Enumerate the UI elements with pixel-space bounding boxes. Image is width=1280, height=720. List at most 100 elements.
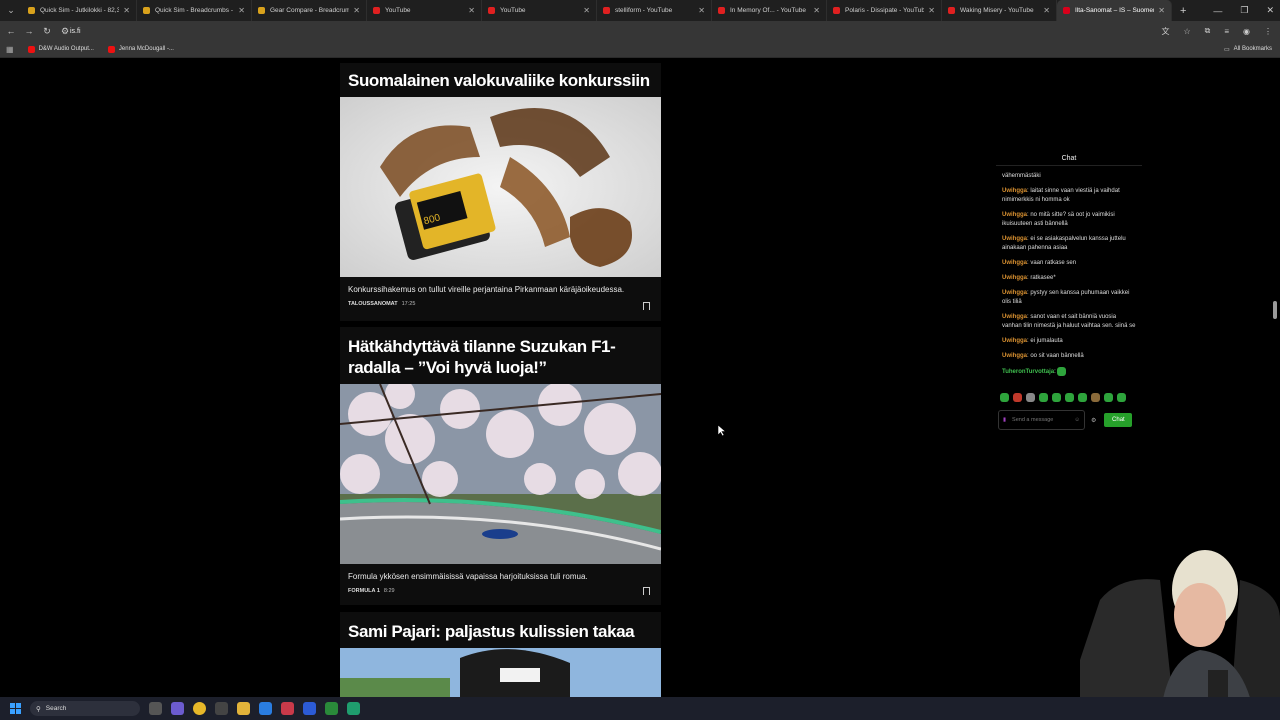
teams-icon[interactable]: [171, 702, 184, 715]
emote-icon[interactable]: [1091, 393, 1100, 403]
tab-9[interactable]: Ilta-Sanomat – IS – Suomen s ✕: [1057, 0, 1172, 21]
back-icon[interactable]: ←: [2, 26, 20, 36]
taskbar-search[interactable]: ⚲ Search: [30, 701, 140, 716]
chat-username[interactable]: Uwihgga: [1002, 353, 1027, 359]
article-card[interactable]: Hätkähdyttävä tilanne Suzukan F1-radalla…: [340, 327, 661, 605]
article-headline[interactable]: Sami Pajari: paljastus kulissien takaa: [340, 612, 661, 642]
tab-search-icon[interactable]: ⌄: [0, 0, 22, 21]
article-image-film-roll[interactable]: 800: [340, 97, 661, 277]
app-icon[interactable]: [303, 702, 316, 715]
article-image-suzuka-track[interactable]: [340, 384, 661, 564]
bookmark-1[interactable]: Jenna McDougall -...: [107, 45, 174, 53]
close-icon[interactable]: ✕: [238, 6, 245, 15]
extensions-icon[interactable]: ⧉: [1205, 26, 1211, 36]
store-icon[interactable]: [215, 702, 228, 715]
tab-6[interactable]: In Memory Of... - YouTube ✕: [712, 0, 827, 21]
profile-icon[interactable]: ◉: [1243, 27, 1250, 36]
maximize-icon[interactable]: ❐: [1240, 5, 1248, 16]
bookmark-icon[interactable]: [643, 302, 650, 310]
translate-icon[interactable]: 文: [1161, 26, 1169, 37]
chat-username[interactable]: Uwihgga: [1002, 290, 1027, 296]
emote-icon[interactable]: [1052, 393, 1061, 403]
tab-3[interactable]: YouTube ✕: [367, 0, 482, 21]
article-headline[interactable]: Suomalainen valokuvaliike konkurssiin: [340, 63, 661, 91]
chat-username[interactable]: TuheronTurvottaja: [1002, 369, 1054, 375]
edge-icon[interactable]: [259, 702, 272, 715]
window-controls: — ❐ ✕: [1213, 0, 1274, 21]
minimize-icon[interactable]: —: [1213, 6, 1222, 16]
forward-icon[interactable]: →: [20, 26, 38, 36]
chat-message-input[interactable]: ▮ Send a message ☺: [998, 410, 1085, 431]
tab-2[interactable]: Gear Compare - Breadcrumbs ✕: [252, 0, 367, 21]
youtube-icon: [27, 45, 35, 53]
tab-4[interactable]: YouTube ✕: [482, 0, 597, 21]
chrome-icon[interactable]: [193, 702, 206, 715]
close-icon[interactable]: ✕: [123, 6, 130, 15]
chat-send-button[interactable]: Chat: [1104, 413, 1133, 428]
stream-chat: Chat vähemmästäki Uwihgga: laitat sinne …: [996, 152, 1142, 444]
article-headline[interactable]: Hätkähdyttävä tilanne Suzukan F1-radalla…: [340, 327, 661, 378]
app-icon[interactable]: [281, 702, 294, 715]
mic-icon[interactable]: ▮: [1003, 417, 1006, 423]
close-window-icon[interactable]: ✕: [1266, 5, 1274, 16]
chat-username[interactable]: Uwihgga: [1002, 188, 1027, 194]
emote-icon[interactable]: [1000, 393, 1009, 403]
emote-icon[interactable]: [1104, 393, 1113, 403]
bookmarks-bar: ▦ D&W Audio Output... Jenna McDougall -.…: [0, 41, 1280, 58]
reload-icon[interactable]: ↻: [38, 26, 56, 37]
tab-0[interactable]: Quick Sim - Jutkilokki - 82,30 ✕: [22, 0, 137, 21]
emote-icon[interactable]: [1039, 393, 1048, 403]
bookmark-icon[interactable]: [643, 587, 650, 595]
tab-7[interactable]: Polaris - Dissipate - YouTube ✕: [827, 0, 942, 21]
close-icon[interactable]: ✕: [583, 6, 590, 15]
close-icon[interactable]: ✕: [928, 6, 935, 15]
close-icon[interactable]: ✕: [468, 6, 475, 15]
emote-icon[interactable]: [1013, 393, 1022, 403]
close-icon[interactable]: ✕: [813, 6, 820, 15]
star-icon[interactable]: ☆: [1183, 27, 1190, 36]
app-icon[interactable]: [347, 702, 360, 715]
scroll-thumb[interactable]: [1273, 301, 1277, 319]
emoji-icon[interactable]: ☺: [1074, 417, 1080, 423]
close-icon[interactable]: ✕: [698, 6, 705, 15]
chat-username[interactable]: Uwihgga: [1002, 260, 1027, 266]
emote-icon[interactable]: [1078, 393, 1087, 403]
chat-username[interactable]: Uwihgga: [1002, 314, 1027, 320]
close-icon[interactable]: ✕: [1158, 6, 1165, 15]
article-category[interactable]: FORMULA 1: [348, 588, 380, 594]
browser-toolbar: ← → ↻ ⚙ is.fi 文 ☆ ⧉ ≡ ◉ ⋮: [0, 21, 1280, 41]
windows-start-icon[interactable]: [4, 697, 26, 720]
tab-8[interactable]: Waking Misery - YouTube ✕: [942, 0, 1057, 21]
chat-username[interactable]: Uwihgga: [1002, 275, 1027, 281]
chat-username[interactable]: Uwihgga: [1002, 338, 1027, 344]
article-card[interactable]: Suomalainen valokuvaliike konkurssiin 80…: [340, 63, 661, 321]
tab-title: Quick Sim - Jutkilokki - 82,30: [40, 7, 120, 14]
article-category[interactable]: TALOUSSANOMAT: [348, 301, 398, 307]
article-image-pajari[interactable]: [340, 648, 661, 697]
tab-1[interactable]: Quick Sim - Breadcrumbs - 5 ✕: [137, 0, 252, 21]
new-tab-button[interactable]: +: [1172, 5, 1194, 17]
file-explorer-icon[interactable]: [237, 702, 250, 715]
emote-icon[interactable]: [1117, 393, 1126, 403]
menu-icon[interactable]: ⋮: [1264, 27, 1272, 36]
chat-username[interactable]: Uwihgga: [1002, 212, 1027, 218]
settings-gear-icon[interactable]: ⚙: [1091, 417, 1096, 424]
app-icon[interactable]: [325, 702, 338, 715]
tab-title: stelliform - YouTube: [615, 7, 673, 14]
bookmark-0[interactable]: D&W Audio Output...: [27, 45, 94, 53]
youtube-icon: [488, 7, 495, 14]
close-icon[interactable]: ✕: [353, 6, 360, 15]
chat-username[interactable]: Uwihgga: [1002, 236, 1027, 242]
chat-message: Uwihgga: sanot vaan et sait bänniä vuosi…: [1002, 314, 1136, 329]
tab-5[interactable]: stelliform - YouTube ✕: [597, 0, 712, 21]
apps-icon[interactable]: ▦: [6, 45, 14, 54]
address-bar[interactable]: is.fi: [70, 24, 1170, 38]
media-icon[interactable]: ≡: [1224, 27, 1229, 36]
article-card[interactable]: Sami Pajari: paljastus kulissien takaa: [340, 612, 661, 697]
close-icon[interactable]: ✕: [1043, 6, 1050, 15]
task-view-icon[interactable]: [149, 702, 162, 715]
emote-icon[interactable]: [1026, 393, 1035, 403]
all-bookmarks-button[interactable]: ▭ All Bookmarks: [1224, 46, 1272, 53]
tab-title: Ilta-Sanomat – IS – Suomen s: [1075, 7, 1155, 14]
emote-icon[interactable]: [1065, 393, 1074, 403]
